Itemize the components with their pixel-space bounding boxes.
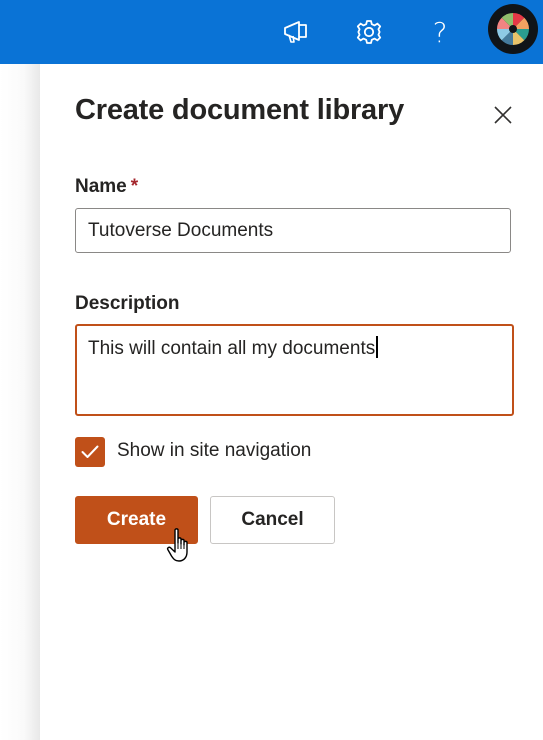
required-indicator: * [130, 176, 139, 197]
megaphone-icon [284, 21, 307, 43]
help-icon: ? [432, 15, 448, 49]
show-in-nav-label: Show in site navigation [117, 440, 312, 461]
checkmark-icon [81, 445, 99, 458]
description-text: This will contain all my documents [88, 338, 376, 359]
description-label: Description [75, 293, 180, 314]
help-button[interactable]: ? [416, 8, 464, 56]
create-library-panel: Create document library Name* Descriptio… [40, 64, 543, 740]
show-in-nav-checkbox[interactable] [75, 437, 105, 467]
suite-header: ? [0, 0, 543, 64]
avatar[interactable] [488, 4, 538, 54]
name-label: Name * [75, 176, 138, 198]
close-button[interactable] [490, 102, 516, 128]
panel-title: Create document library [75, 94, 404, 126]
close-icon [494, 106, 512, 124]
create-button[interactable]: Create [75, 496, 198, 544]
gear-icon [356, 20, 382, 44]
name-input[interactable] [75, 208, 511, 253]
settings-button[interactable] [345, 8, 393, 56]
cancel-button[interactable]: Cancel [210, 496, 335, 544]
name-label-text: Name [75, 176, 127, 197]
page-background [0, 64, 40, 740]
text-caret [376, 336, 378, 358]
avatar-logo-icon [497, 13, 529, 45]
description-textarea[interactable]: This will contain all my documents [75, 324, 514, 416]
feedback-button[interactable] [272, 8, 320, 56]
